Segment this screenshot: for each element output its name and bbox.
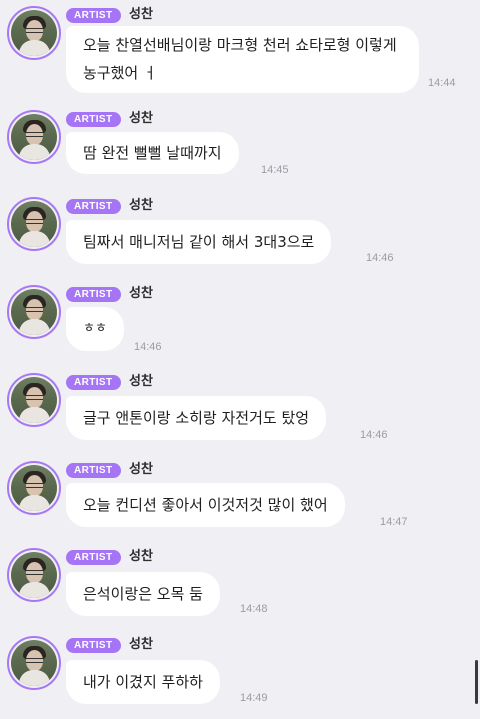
artist-avatar[interactable] <box>7 197 61 251</box>
message-timestamp: 14:45 <box>261 164 289 176</box>
artist-avatar[interactable] <box>7 110 61 164</box>
sender-name: 성찬 <box>129 286 153 301</box>
message-timestamp: 14:48 <box>240 603 268 615</box>
artist-badge: ARTIST <box>66 463 121 478</box>
artist-badge: ARTIST <box>66 638 121 653</box>
artist-badge: ARTIST <box>66 550 121 565</box>
message-timestamp: 14:46 <box>366 252 394 264</box>
sender-name: 성찬 <box>129 7 153 22</box>
artist-avatar[interactable] <box>7 461 61 515</box>
message-timestamp: 14:47 <box>380 516 408 528</box>
message-bubble: 팀짜서 매니저님 같이 해서 3대3으로 <box>66 220 332 264</box>
sender-name: 성찬 <box>129 374 153 389</box>
message-timestamp: 14:46 <box>360 429 388 441</box>
artist-badge: ARTIST <box>66 199 121 214</box>
scrollbar[interactable] <box>475 660 478 704</box>
artist-badge: ARTIST <box>66 112 121 127</box>
artist-avatar[interactable] <box>7 548 61 602</box>
message-bubble: ㅎㅎ <box>66 307 124 351</box>
sender-name: 성찬 <box>129 111 153 126</box>
artist-avatar[interactable] <box>7 285 61 339</box>
message-bubble: 오늘 찬열선배님이랑 마크형 천러 쇼타로형 이렇게 농구했어 ㅓ <box>66 26 419 93</box>
artist-badge: ARTIST <box>66 287 121 302</box>
message-timestamp: 14:46 <box>134 341 162 353</box>
chat-message-list[interactable]: ARTIST 성찬 오늘 찬열선배님이랑 마크형 천러 쇼타로형 이렇게 농구했… <box>0 0 480 719</box>
sender-name: 성찬 <box>129 198 153 213</box>
message-bubble: 오늘 컨디션 좋아서 이것저것 많이 했어 <box>66 483 345 527</box>
message-bubble: 글구 앤톤이랑 소히랑 자전거도 탔엉 <box>66 396 327 440</box>
artist-badge: ARTIST <box>66 375 121 390</box>
message-timestamp: 14:49 <box>240 692 268 704</box>
sender-name: 성찬 <box>129 462 153 477</box>
message-bubble: 내가 이겼지 푸하하 <box>66 660 220 704</box>
artist-badge: ARTIST <box>66 8 121 23</box>
message-bubble: 땀 완전 뻘뻘 날때까지 <box>66 132 239 174</box>
sender-name: 성찬 <box>129 637 153 652</box>
artist-avatar[interactable] <box>7 636 61 690</box>
artist-avatar[interactable] <box>7 373 61 427</box>
artist-avatar[interactable] <box>7 6 61 60</box>
message-timestamp: 14:44 <box>428 77 456 89</box>
sender-name: 성찬 <box>129 549 153 564</box>
message-bubble: 은석이랑은 오목 둠 <box>66 572 220 616</box>
